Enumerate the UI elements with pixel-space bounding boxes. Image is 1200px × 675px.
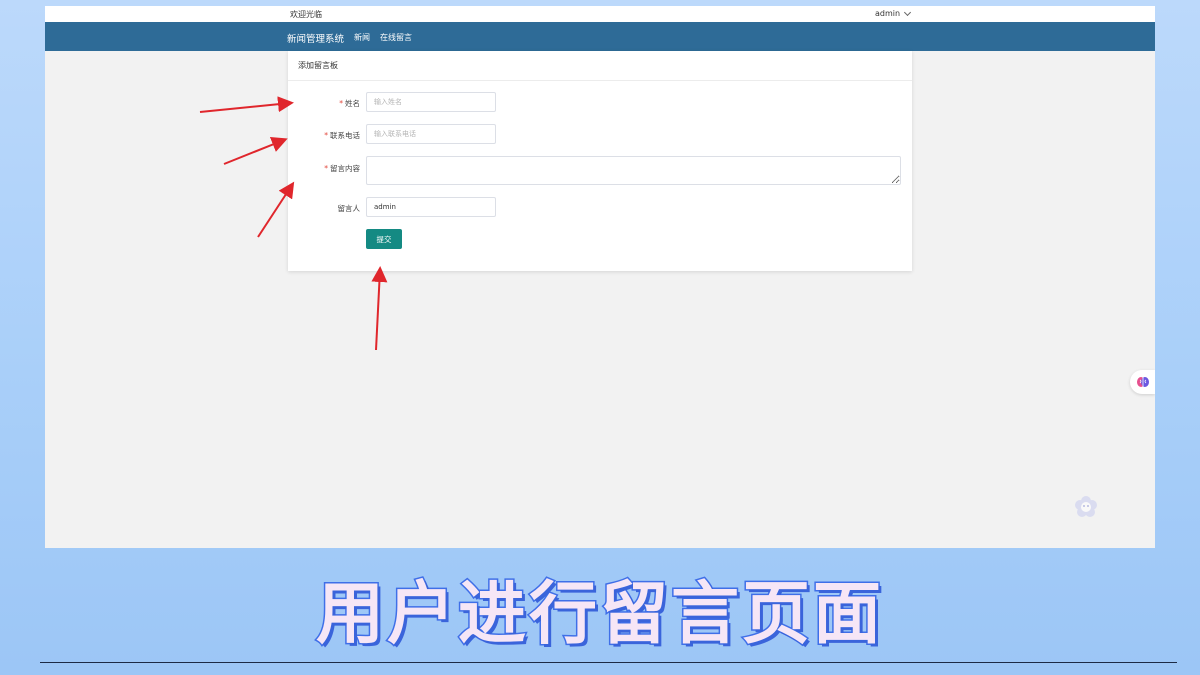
content-textarea[interactable] [366,156,901,185]
name-label-text: 姓名 [345,99,360,108]
nav-brand[interactable]: 新闻管理系统 [287,31,344,45]
panel-title: 添加留言板 [288,51,912,81]
phone-input[interactable] [366,124,496,144]
nav-bar: 新闻管理系统 新闻 在线留言 [45,22,1155,51]
nav-link-message[interactable]: 在线留言 [380,32,412,43]
required-mark: * [324,131,328,140]
author-label-text: 留言人 [337,204,361,213]
caption-title: 用户进行留言页面 [314,574,884,656]
chevron-down-icon [904,8,912,16]
brain-icon [1136,377,1149,387]
required-mark: * [339,99,343,108]
message-form-panel: 添加留言板 *姓名 *联系电话 *留言内容 留言人 提交 [288,51,912,271]
browser-screen: 欢迎光临 admin 新闻管理系统 新闻 在线留言 添加留言板 *姓名 *联系电… [45,6,1155,548]
content-label-text: 留言内容 [330,164,360,173]
phone-label-text: 联系电话 [330,131,360,140]
caption-divider [40,662,1177,663]
content-label: * 留言内容 [288,163,360,174]
welcome-text: 欢迎光临 [290,10,322,19]
name-label: * 姓名 [288,98,360,109]
required-mark: * [324,164,328,173]
submit-button[interactable]: 提交 [366,229,402,249]
phone-label: * 联系电话 [288,130,360,141]
username: admin [875,9,901,18]
user-menu[interactable]: admin [875,8,912,18]
name-input[interactable] [366,92,496,112]
author-label: 留言人 [288,203,361,214]
author-input[interactable] [366,197,496,217]
nav-link-news[interactable]: 新闻 [354,32,370,43]
side-assistant-widget[interactable] [1130,370,1155,394]
flower-icon[interactable] [1074,495,1098,519]
top-bar: 欢迎光临 admin [45,6,1155,22]
